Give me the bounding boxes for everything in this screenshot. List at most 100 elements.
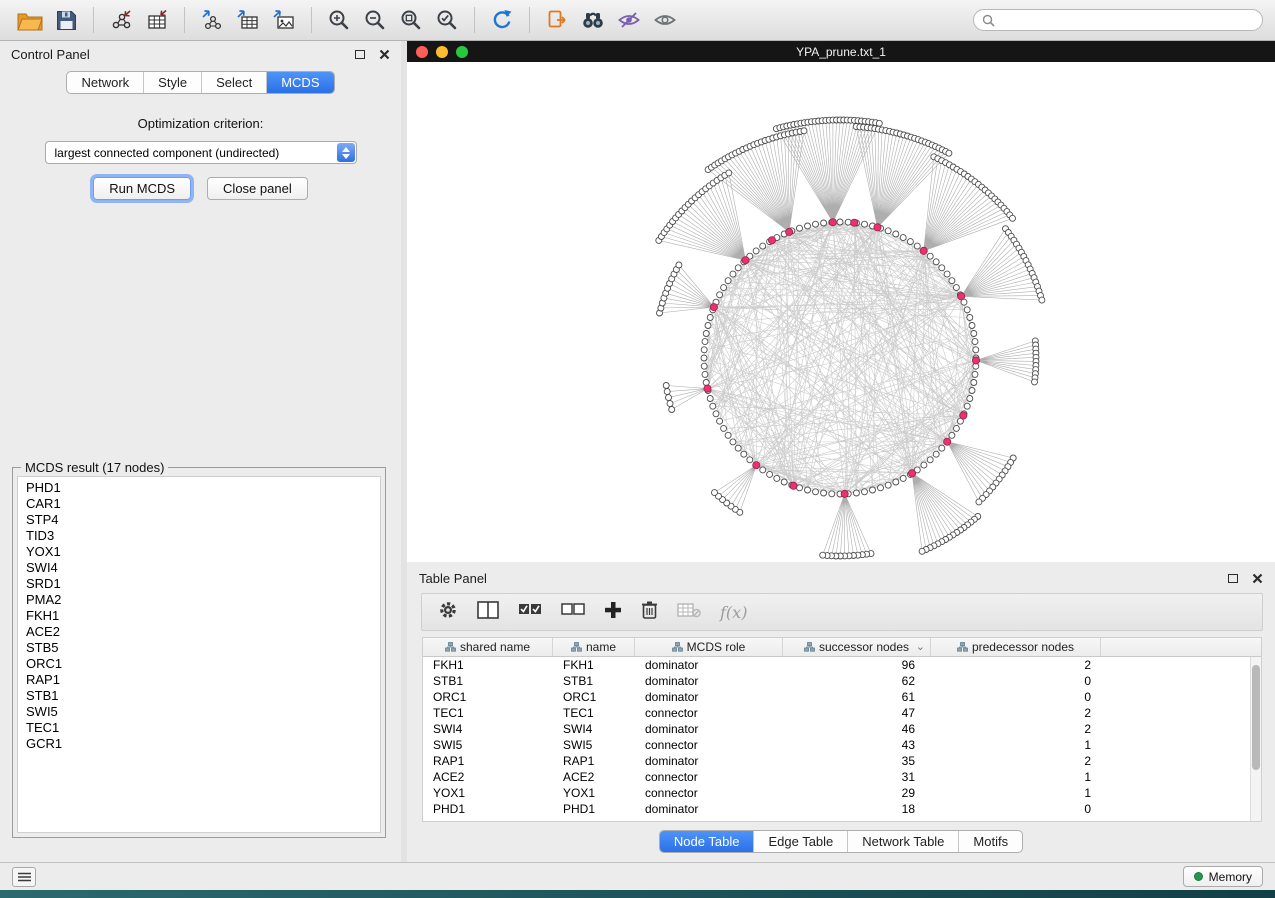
network-search-icon[interactable] bbox=[575, 5, 611, 35]
apply-layout-icon[interactable] bbox=[484, 5, 520, 35]
network-hub-node[interactable] bbox=[944, 438, 951, 445]
tab-node-table[interactable]: Node Table bbox=[660, 831, 755, 852]
network-node[interactable] bbox=[702, 339, 708, 345]
network-node[interactable] bbox=[885, 228, 891, 234]
table-cell[interactable]: 47 bbox=[783, 705, 931, 721]
column-header-predecessor-nodes[interactable]: predecessor nodes bbox=[931, 638, 1101, 656]
network-node[interactable] bbox=[967, 315, 973, 321]
network-node[interactable] bbox=[914, 243, 920, 249]
network-leaf-node[interactable] bbox=[1010, 215, 1016, 221]
open-folder-icon[interactable] bbox=[12, 5, 48, 35]
network-hub-node[interactable] bbox=[920, 247, 927, 254]
table-cell[interactable]: dominator bbox=[635, 673, 783, 689]
table-cell[interactable]: 2 bbox=[931, 721, 1101, 737]
table-cell[interactable]: dominator bbox=[635, 801, 783, 817]
table-row[interactable]: SWI4SWI4dominator462 bbox=[423, 721, 1261, 737]
table-cell[interactable]: 0 bbox=[931, 689, 1101, 705]
table-cell[interactable]: 62 bbox=[783, 673, 931, 689]
network-node[interactable] bbox=[730, 271, 736, 277]
tab-mcds[interactable]: MCDS bbox=[267, 72, 333, 93]
mcds-result-item[interactable]: SWI4 bbox=[18, 560, 380, 576]
mcds-result-item[interactable]: RAP1 bbox=[18, 672, 380, 688]
table-row[interactable]: YOX1YOX1connector291 bbox=[423, 785, 1261, 801]
network-leaf-node[interactable] bbox=[976, 499, 982, 505]
export-image-icon[interactable] bbox=[266, 5, 302, 35]
import-table-icon[interactable] bbox=[139, 5, 175, 35]
mcds-result-list[interactable]: PHD1CAR1STP4TID3YOX1SWI4SRD1PMA2FKH1ACE2… bbox=[17, 476, 381, 833]
network-node[interactable] bbox=[707, 396, 713, 402]
share-document-icon[interactable] bbox=[539, 5, 575, 35]
network-node[interactable] bbox=[939, 265, 945, 271]
mcds-result-item[interactable]: TEC1 bbox=[18, 720, 380, 736]
hide-edges-icon[interactable] bbox=[611, 5, 647, 35]
network-hub-node[interactable] bbox=[960, 412, 967, 419]
network-leaf-node[interactable] bbox=[669, 407, 675, 413]
table-cell[interactable]: ACE2 bbox=[553, 769, 635, 785]
network-node[interactable] bbox=[813, 489, 819, 495]
network-node[interactable] bbox=[927, 253, 933, 259]
mcds-result-item[interactable]: ACE2 bbox=[18, 624, 380, 640]
network-node[interactable] bbox=[753, 248, 759, 254]
network-node[interactable] bbox=[767, 471, 773, 477]
table-row[interactable]: PHD1PHD1dominator180 bbox=[423, 801, 1261, 817]
table-row[interactable]: TEC1TEC1connector472 bbox=[423, 705, 1261, 721]
table-row[interactable]: ORC1ORC1dominator610 bbox=[423, 689, 1261, 705]
table-cell[interactable]: YOX1 bbox=[553, 785, 635, 801]
show-graphics-icon[interactable] bbox=[647, 5, 683, 35]
table-cell[interactable]: connector bbox=[635, 737, 783, 753]
zoom-out-icon[interactable] bbox=[357, 5, 393, 35]
network-node[interactable] bbox=[862, 221, 868, 227]
table-cell[interactable]: dominator bbox=[635, 689, 783, 705]
network-hub-node[interactable] bbox=[972, 357, 979, 364]
network-leaf-node[interactable] bbox=[726, 170, 732, 176]
network-hub-node[interactable] bbox=[841, 490, 848, 497]
mcds-result-item[interactable]: SRD1 bbox=[18, 576, 380, 592]
network-hub-node[interactable] bbox=[874, 224, 881, 231]
save-session-icon[interactable] bbox=[48, 5, 84, 35]
table-cell[interactable]: connector bbox=[635, 705, 783, 721]
table-cell[interactable]: 35 bbox=[783, 753, 931, 769]
network-node[interactable] bbox=[735, 445, 741, 451]
network-node[interactable] bbox=[949, 278, 955, 284]
network-node[interactable] bbox=[717, 292, 723, 298]
tab-network-table[interactable]: Network Table bbox=[848, 831, 959, 852]
network-hub-node[interactable] bbox=[829, 219, 836, 226]
network-node[interactable] bbox=[735, 265, 741, 271]
network-graph[interactable] bbox=[407, 62, 1275, 562]
tab-select[interactable]: Select bbox=[202, 72, 267, 93]
float-table-panel-icon[interactable] bbox=[1228, 574, 1238, 583]
table-cell[interactable]: PHD1 bbox=[553, 801, 635, 817]
zoom-selected-icon[interactable] bbox=[429, 5, 465, 35]
table-cell[interactable]: 1 bbox=[931, 737, 1101, 753]
network-node[interactable] bbox=[701, 355, 707, 361]
mcds-result-item[interactable]: STB5 bbox=[18, 640, 380, 656]
network-node[interactable] bbox=[710, 403, 716, 409]
network-node[interactable] bbox=[921, 462, 927, 468]
close-panel-icon[interactable] bbox=[379, 49, 390, 60]
table-row[interactable]: ACE2ACE2connector311 bbox=[423, 769, 1261, 785]
import-network-icon[interactable] bbox=[103, 5, 139, 35]
network-node[interactable] bbox=[870, 487, 876, 493]
network-node[interactable] bbox=[721, 425, 727, 431]
network-node[interactable] bbox=[893, 479, 899, 485]
table-cell[interactable]: ACE2 bbox=[423, 769, 553, 785]
network-node[interactable] bbox=[971, 380, 977, 386]
column-header-shared-name[interactable]: shared name bbox=[423, 638, 553, 656]
network-node[interactable] bbox=[939, 445, 945, 451]
network-node[interactable] bbox=[944, 271, 950, 277]
tab-style[interactable]: Style bbox=[144, 72, 202, 93]
close-panel-button[interactable]: Close panel bbox=[207, 177, 308, 200]
zoom-fit-icon[interactable] bbox=[393, 5, 429, 35]
mcds-result-item[interactable]: GCR1 bbox=[18, 736, 380, 752]
network-hub-node[interactable] bbox=[790, 482, 797, 489]
network-node[interactable] bbox=[885, 482, 891, 488]
network-node[interactable] bbox=[703, 380, 709, 386]
table-cell[interactable]: 2 bbox=[931, 705, 1101, 721]
mcds-result-item[interactable]: TID3 bbox=[18, 528, 380, 544]
table-cell[interactable]: SWI4 bbox=[553, 721, 635, 737]
export-table-icon[interactable] bbox=[230, 5, 266, 35]
network-node[interactable] bbox=[717, 418, 723, 424]
network-node[interactable] bbox=[971, 331, 977, 337]
table-row[interactable]: RAP1RAP1dominator352 bbox=[423, 753, 1261, 769]
table-cell[interactable]: SWI5 bbox=[553, 737, 635, 753]
